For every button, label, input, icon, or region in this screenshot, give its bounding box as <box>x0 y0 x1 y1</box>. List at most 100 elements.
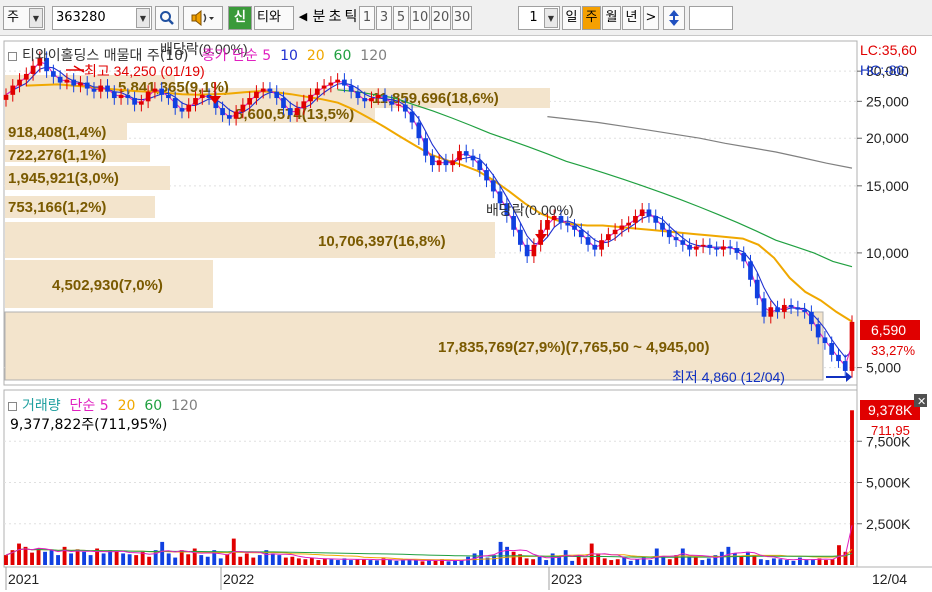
volume-legend-ma5: 5 <box>99 398 109 414</box>
candle-body <box>152 88 158 92</box>
candle-body <box>118 94 124 99</box>
xaxis-label: 2022 <box>223 571 254 587</box>
candle-body <box>781 304 787 312</box>
candle-body <box>721 246 726 250</box>
candle-body <box>355 91 361 99</box>
candle-body <box>775 307 780 312</box>
period-tab-1[interactable]: 주 <box>582 6 601 30</box>
volume-bar <box>329 559 334 565</box>
volume-bar <box>186 554 191 565</box>
interval-tab-4[interactable]: 3 <box>376 6 392 30</box>
candle-body <box>741 252 747 262</box>
candle-body <box>802 309 807 312</box>
period-tab-2[interactable]: 월 <box>602 6 621 30</box>
candle-body <box>666 229 672 238</box>
interval-tab-3[interactable]: 1 <box>359 6 375 30</box>
candle-body <box>545 220 550 230</box>
candle-body <box>281 98 286 109</box>
volume-bar <box>114 550 119 565</box>
stock-code-input[interactable]: 363280 ▼ <box>52 6 152 30</box>
volume-bar <box>75 549 80 565</box>
volume-legend-name: 거래량 <box>22 398 61 414</box>
candle-body <box>748 261 753 280</box>
candle-body <box>646 209 652 216</box>
volume-profile-label: 10,706,397(16,8%) <box>318 233 446 250</box>
volume-bar <box>667 559 672 565</box>
price-legend: 티와이홀딩스 매물대 주(10) 종가 단순 5 10 20 60 120 <box>8 45 387 65</box>
volume-last-value: 9,377,822주(711,95%) <box>10 417 168 433</box>
volume-bar <box>550 553 555 565</box>
candle-body <box>301 101 307 109</box>
volume-bar <box>850 410 854 565</box>
prev-arrow-button[interactable]: ◀ <box>296 6 310 30</box>
candle-body <box>51 71 56 77</box>
search-button[interactable] <box>155 6 179 30</box>
current-volume-pct: 711,95 <box>871 423 910 438</box>
new-badge-button[interactable]: 신 <box>228 6 252 30</box>
price-legend-simple: 단순 <box>232 48 258 64</box>
period-tab-3[interactable]: 년 <box>622 6 641 30</box>
interval-tab-0[interactable]: 분 <box>311 6 327 30</box>
candle-body <box>166 94 171 99</box>
volume-bar <box>355 559 360 565</box>
candle-body <box>193 98 198 105</box>
candle-body <box>660 222 665 230</box>
volume-bar <box>225 554 230 565</box>
extra-input[interactable] <box>689 6 733 30</box>
candle-body <box>71 79 77 86</box>
candle-body <box>267 88 273 92</box>
current-change-text: 33,27% <box>871 343 916 358</box>
volume-bar <box>388 560 392 565</box>
price-legend-close: 종가 <box>201 48 228 64</box>
candle-body <box>734 248 740 253</box>
volume-bar <box>160 541 165 565</box>
candle-body <box>619 225 625 230</box>
volume-legend-ma20: 20 <box>117 398 136 414</box>
sort-button[interactable] <box>663 6 685 30</box>
volume-bar <box>498 541 503 565</box>
candle-body <box>565 222 571 226</box>
candle-body <box>653 215 659 223</box>
next-arrow-button[interactable]: > <box>643 6 659 30</box>
market-select[interactable]: 주 ▼ <box>3 6 45 30</box>
candle-body <box>795 307 801 310</box>
candle-body <box>822 337 828 344</box>
candle-body <box>396 104 401 106</box>
high-marker-label: 최고 34,250 (01/19) <box>84 63 205 79</box>
interval-tab-5[interactable]: 5 <box>393 6 409 30</box>
magnifier-icon <box>160 11 174 25</box>
interval-count-select[interactable]: 1 ▼ <box>518 6 560 30</box>
interval-tab-6[interactable]: 10 <box>410 6 430 30</box>
volume-bar <box>771 558 776 565</box>
volume-tick-label: 5,000K <box>866 475 911 491</box>
volume-bar <box>30 552 34 565</box>
price-legend-ma10: 10 <box>280 48 298 64</box>
stock-name-display[interactable]: 티와 <box>254 6 294 30</box>
candle-body <box>314 88 320 95</box>
candle-body <box>57 76 63 83</box>
candle-body <box>443 160 449 166</box>
volume-bar <box>108 550 113 565</box>
candle-body <box>172 98 178 109</box>
dividend-label-2: 배당락(0.00%) <box>486 202 574 218</box>
period-tab-0[interactable]: 일 <box>562 6 581 30</box>
current-volume-text: 9,378K <box>868 402 913 418</box>
volume-profile-label: 1,945,921(3,0%) <box>8 170 119 187</box>
chevron-down-icon: ▼ <box>29 8 43 28</box>
interval-tab-7[interactable]: 20 <box>431 6 451 30</box>
sound-button[interactable] <box>183 6 223 30</box>
interval-tab-2[interactable]: 틱 <box>343 6 359 30</box>
candle-body <box>423 138 428 156</box>
volume-bar <box>303 559 308 565</box>
svg-text:✕: ✕ <box>917 396 926 408</box>
volume-bar <box>544 560 549 565</box>
interval-tab-8[interactable]: 30 <box>452 6 472 30</box>
candle-body <box>754 279 760 299</box>
volume-bar <box>557 556 562 565</box>
interval-tab-1[interactable]: 초 <box>327 6 343 30</box>
xaxis-end-date: 12/04 <box>872 571 907 587</box>
candle-body <box>633 215 638 223</box>
low-marker-label: 최저 4,860 (12/04) <box>672 369 785 385</box>
volume-bar <box>791 560 796 565</box>
candle-body <box>254 91 259 99</box>
